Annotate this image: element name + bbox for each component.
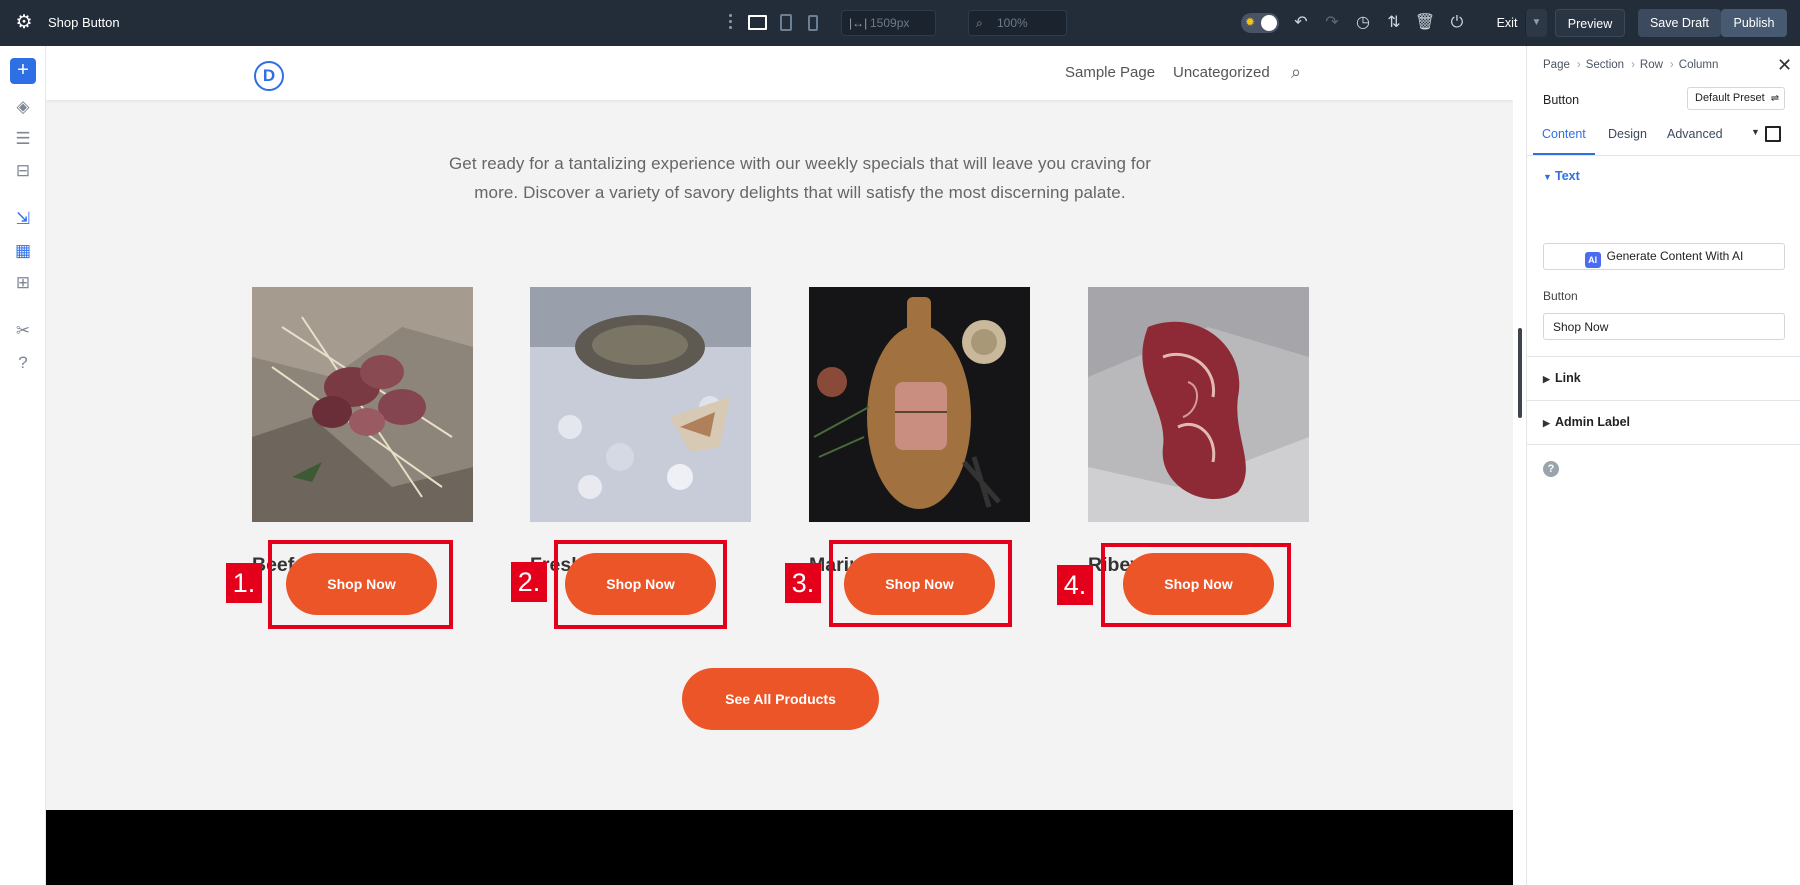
see-all-products-button[interactable]: See All Products <box>682 668 879 730</box>
help-question-icon[interactable]: ? <box>1543 461 1559 477</box>
product-image-fresh-crab <box>530 287 751 522</box>
expand-square-icon[interactable] <box>1765 126 1781 142</box>
active-tab-indicator <box>1533 153 1595 155</box>
divider <box>1527 444 1800 445</box>
page-settings-icon[interactable]: ⊞ <box>11 272 35 294</box>
step-badge: 4. <box>1057 565 1093 605</box>
breadcrumb: Page › Section › Row › Column <box>1543 59 1720 71</box>
layers-icon[interactable]: ◈ <box>11 96 35 118</box>
zoom-input[interactable]: ⌕ 100% <box>968 10 1067 36</box>
breadcrumb-section[interactable]: Section <box>1586 59 1624 71</box>
divider <box>1527 356 1800 357</box>
layout-icon[interactable]: ⊟ <box>11 160 35 182</box>
phone-view-icon[interactable] <box>808 15 818 31</box>
builder-left-sidebar: + ◈ ☰ ⊟ ⇲ ▦ ⊞ ✂ ? <box>0 46 46 885</box>
product-card: Beef Skewers <box>252 287 473 576</box>
builder-canvas: D Sample Page Uncategorized ⌕ Get ready … <box>46 46 1513 885</box>
site-header: D Sample Page Uncategorized ⌕ <box>46 46 1513 100</box>
shop-now-button[interactable]: Shop Now <box>844 553 995 615</box>
caret-right-icon: ▶ <box>1543 418 1550 428</box>
database-icon[interactable]: ☰ <box>11 128 35 150</box>
link-section-toggle[interactable]: ▶ Link <box>1543 371 1581 385</box>
step-badge: 3. <box>785 563 821 603</box>
zoom-magnifier-icon: ⌕ <box>976 16 983 30</box>
shop-now-button[interactable]: Shop Now <box>286 553 437 615</box>
button-field-label: Button <box>1543 289 1578 303</box>
history-clock-icon[interactable]: ◷ <box>1352 12 1374 34</box>
close-icon[interactable]: ✕ <box>1777 55 1792 76</box>
width-arrows-icon: |↔| <box>849 16 868 30</box>
help-question-icon[interactable]: ? <box>11 352 35 374</box>
shop-now-button[interactable]: Shop Now <box>565 553 716 615</box>
panel-resize-handle[interactable] <box>1518 328 1522 418</box>
product-card: Marinated TriTip <box>809 287 1030 576</box>
product-image-ribeye <box>1088 287 1309 522</box>
intro-paragraph: Get ready for a tantalizing experience w… <box>448 154 1152 202</box>
publish-button[interactable]: Publish <box>1721 9 1787 37</box>
product-card: Fresh Crab <box>530 287 751 576</box>
step-badge: 2. <box>511 562 547 602</box>
undo-icon[interactable]: ↶ <box>1290 12 1312 34</box>
nav-link-uncategorized[interactable]: Uncategorized <box>1173 64 1270 81</box>
sun-icon: ✹ <box>1245 15 1256 29</box>
tab-content[interactable]: Content <box>1542 127 1586 141</box>
button-text-input[interactable] <box>1543 313 1785 340</box>
caret-down-icon: ▼ <box>1543 172 1552 182</box>
caret-right-icon: ▶ <box>1543 374 1550 384</box>
breadcrumb-page[interactable]: Page <box>1543 59 1570 71</box>
page-select-icon[interactable]: ⇲ <box>11 208 35 230</box>
save-draft-button[interactable]: Save Draft <box>1638 9 1721 37</box>
preset-settings-icon: ⇌ <box>1770 93 1780 104</box>
caret-down-icon[interactable]: ▼ <box>1751 127 1760 137</box>
chevron-right-icon: › <box>1576 59 1581 71</box>
preview-button[interactable]: Preview <box>1555 9 1625 37</box>
panel-title: Button <box>1543 93 1580 107</box>
ai-icon: AI <box>1584 252 1601 268</box>
exit-dropdown-chevron-icon[interactable]: ▼ <box>1525 9 1547 37</box>
light-dark-toggle[interactable]: ✹ <box>1241 13 1279 33</box>
nav-search-icon[interactable]: ⌕ <box>1291 62 1301 83</box>
admin-label-section-toggle[interactable]: ▶ Admin Label <box>1543 415 1630 429</box>
breadcrumb-column[interactable]: Column <box>1679 59 1719 71</box>
tablet-view-icon[interactable] <box>780 14 792 31</box>
product-card: Ribeye <box>1088 287 1309 576</box>
power-icon[interactable]: ⏻ <box>1446 12 1468 34</box>
canvas-width-input[interactable]: |↔| 1509px <box>841 10 936 36</box>
builder-toolbar: ⚙ Shop Button |↔| 1509px ⌕ 100% ✹ ↶ ↷ ◷ … <box>0 0 1800 46</box>
grid-select-icon[interactable]: ▦ <box>11 240 35 262</box>
add-element-plus-icon[interactable]: + <box>10 58 36 84</box>
toggle-knob <box>1261 15 1277 31</box>
generate-ai-button[interactable]: AI Generate Content With AI <box>1543 243 1785 270</box>
site-logo[interactable]: D <box>254 61 284 91</box>
tab-design[interactable]: Design <box>1608 127 1647 141</box>
shop-now-button[interactable]: Shop Now <box>1123 553 1274 615</box>
settings-gear-icon[interactable]: ⚙ <box>13 12 35 34</box>
chevron-right-icon: › <box>1631 59 1635 71</box>
nav-link-sample-page[interactable]: Sample Page <box>1065 64 1155 81</box>
tab-advanced[interactable]: Advanced <box>1667 127 1723 141</box>
step-badge: 1. <box>226 563 262 603</box>
settings-panel: Page › Section › Row › Column ✕ Button Default… <box>1526 46 1800 885</box>
breadcrumb-row[interactable]: Row <box>1640 59 1663 71</box>
more-options-icon[interactable] <box>729 14 733 32</box>
sort-arrows-icon[interactable]: ⇅ <box>1383 12 1405 34</box>
chevron-right-icon: › <box>1669 59 1674 71</box>
page-footer <box>46 810 1513 885</box>
panel-tabs: Content Design Advanced ▼ <box>1527 118 1800 156</box>
text-section-toggle[interactable]: ▼ Text <box>1543 169 1580 183</box>
desktop-view-icon[interactable] <box>748 15 767 30</box>
trash-icon[interactable]: 🗑 <box>1414 12 1436 34</box>
product-image-beef-skewers <box>252 287 473 522</box>
redo-icon[interactable]: ↷ <box>1321 12 1343 34</box>
product-image-marinated-tritip <box>809 287 1030 522</box>
tools-icon[interactable]: ✂ <box>11 320 35 342</box>
preset-select[interactable]: Default Preset ⇌ <box>1687 87 1785 110</box>
page-title: Shop Button <box>48 15 120 30</box>
divider <box>1527 400 1800 401</box>
